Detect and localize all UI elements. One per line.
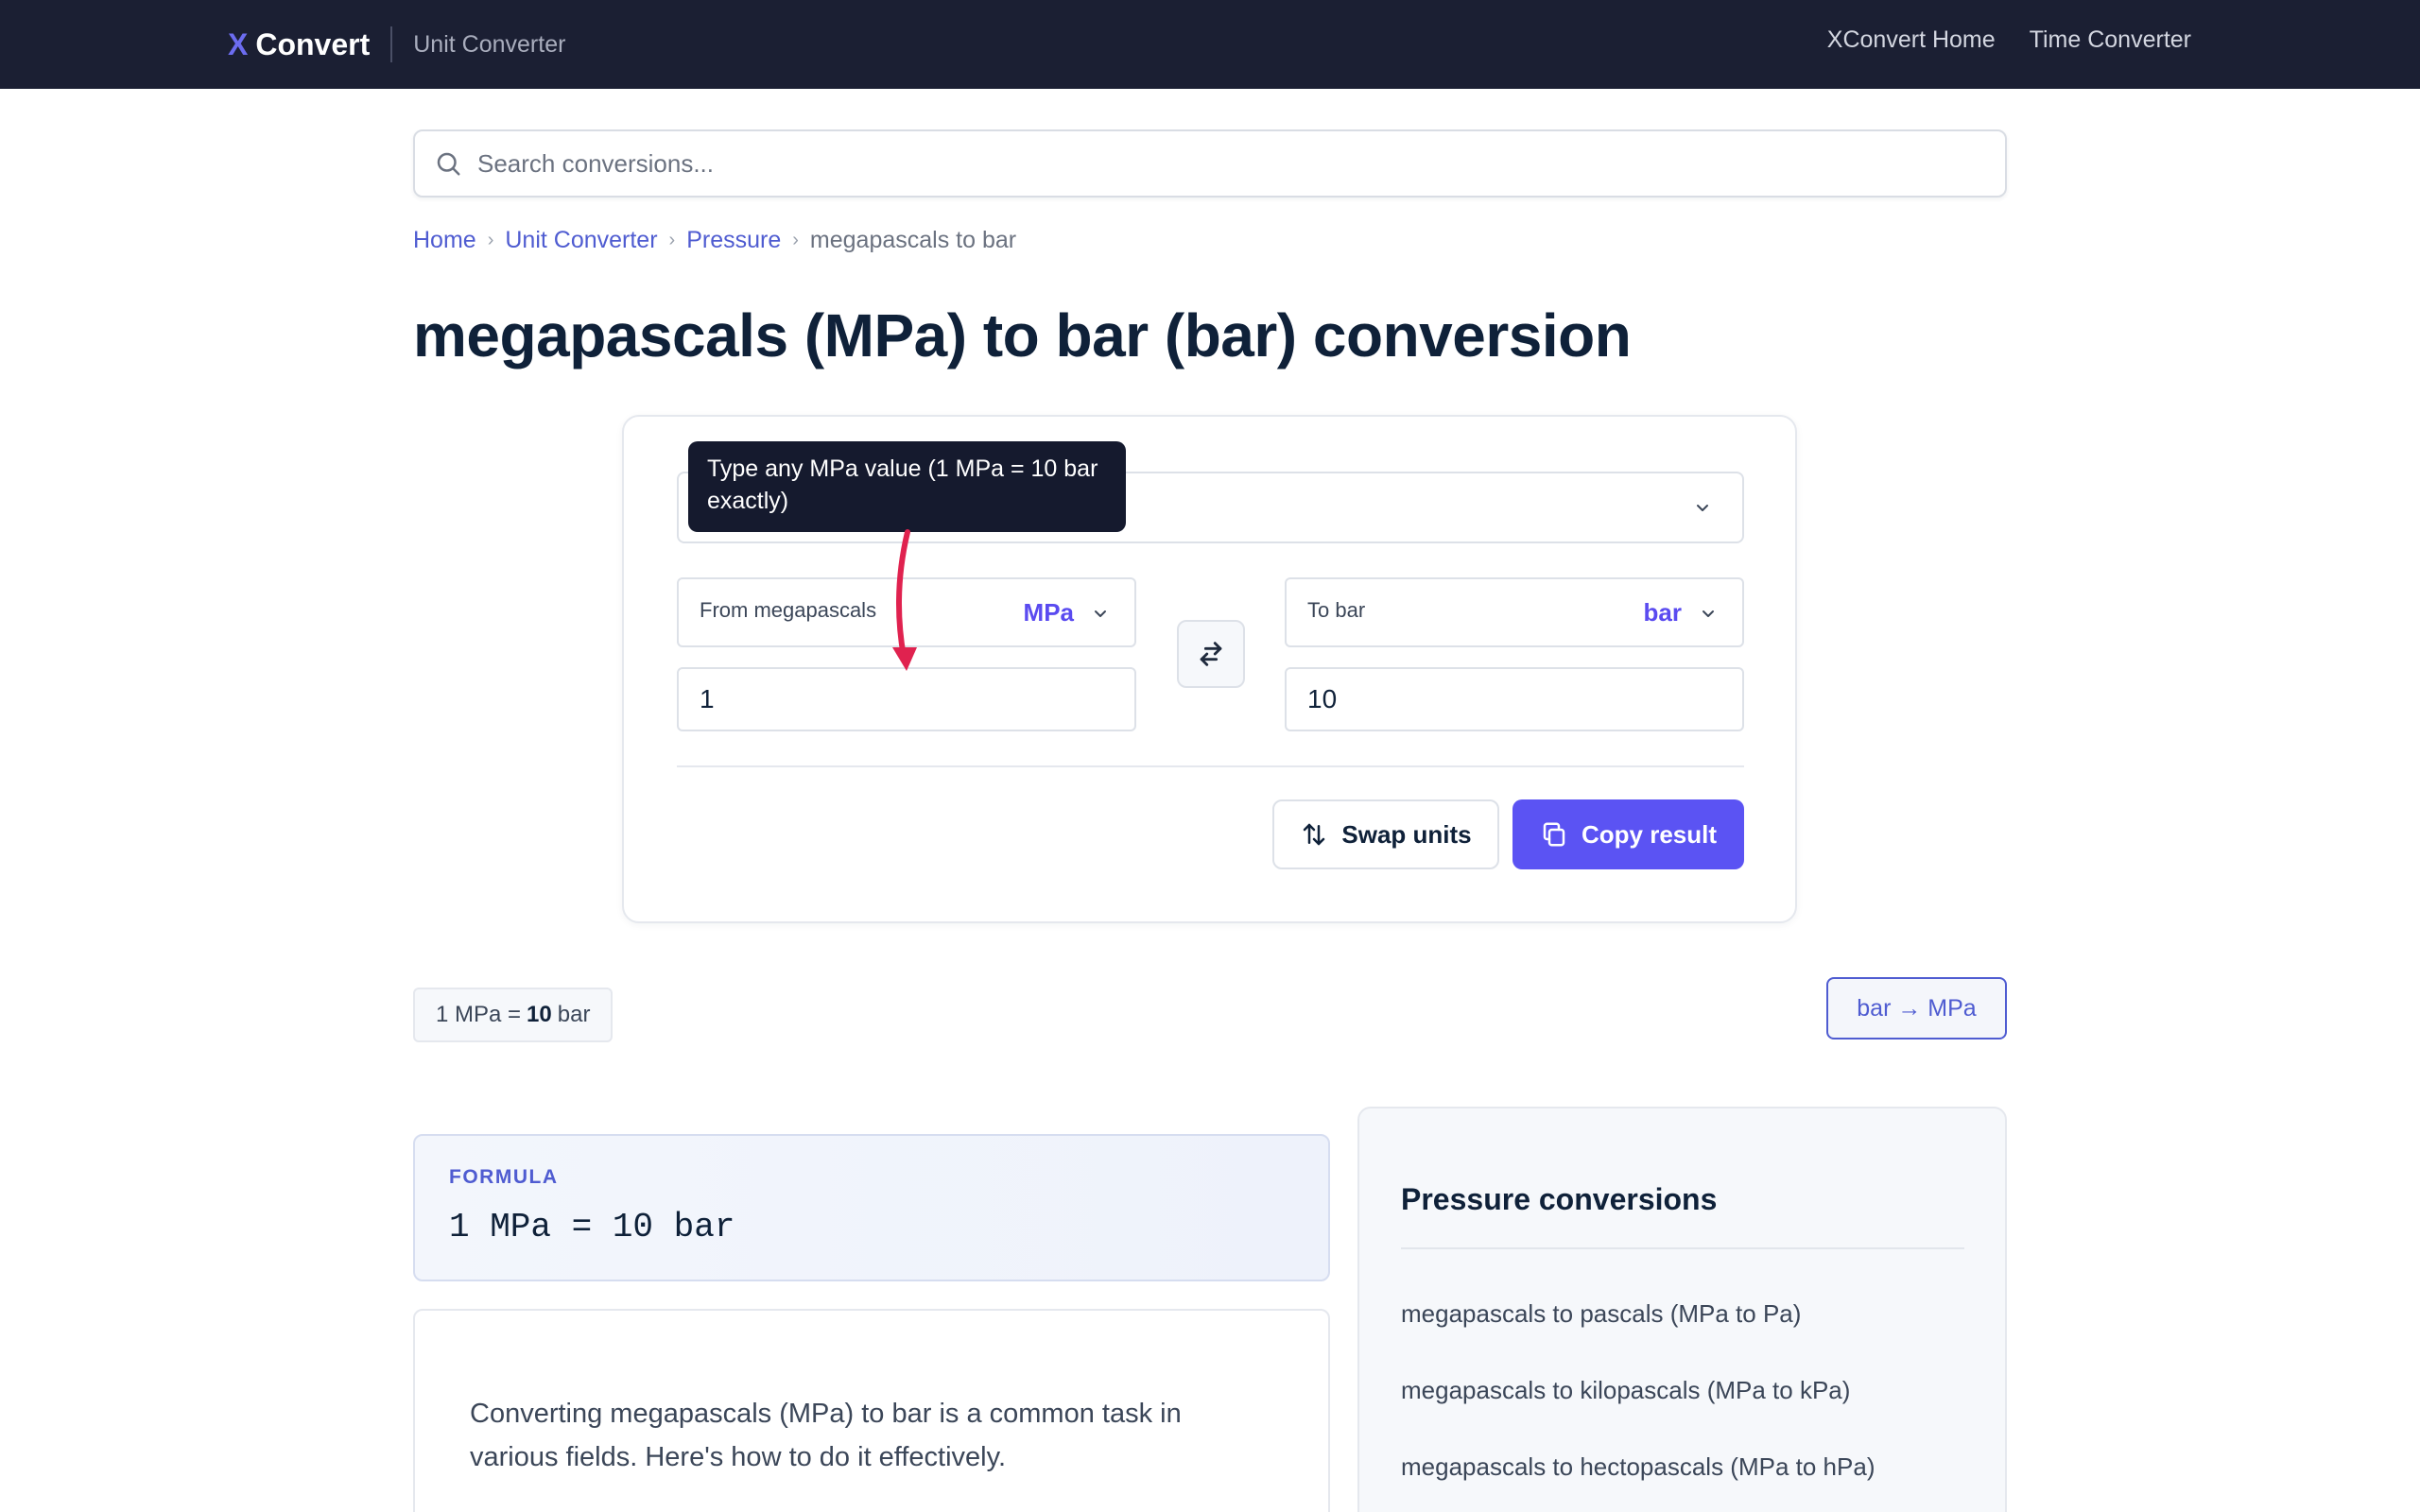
swap-vertical-icon bbox=[1304, 823, 1325, 846]
breadcrumb-chevron-icon: › bbox=[668, 230, 676, 250]
ratio-prefix: 1 MPa = bbox=[436, 1002, 522, 1027]
copy-icon bbox=[1543, 822, 1565, 847]
swap-arrows-icon bbox=[1200, 642, 1222, 666]
card-divider bbox=[677, 765, 1744, 767]
top-nav: X Convert Unit Converter XConvert Home T… bbox=[0, 0, 2420, 89]
nav-links: XConvert Home Time Converter bbox=[1827, 26, 2191, 54]
related-link-kilopascals[interactable]: megapascals to kilopascals (MPa to kPa) bbox=[1401, 1376, 1875, 1452]
ratio-suffix: bar bbox=[557, 1002, 591, 1027]
reverse-conversion-link[interactable]: bar → MPa bbox=[1826, 977, 2007, 1040]
breadcrumb-chevron-icon: › bbox=[487, 230, 494, 250]
chevron-down-icon bbox=[1095, 610, 1106, 617]
brand-name: Convert bbox=[255, 26, 371, 61]
related-conversions-list: megapascals to pascals (MPa to Pa) megap… bbox=[1401, 1299, 1875, 1512]
chevron-down-icon bbox=[1697, 505, 1708, 511]
search-input[interactable] bbox=[477, 148, 1895, 179]
swap-units-button[interactable]: Swap units bbox=[1272, 799, 1499, 869]
breadcrumb-chevron-icon: › bbox=[792, 230, 799, 250]
search-bar[interactable] bbox=[413, 129, 2007, 198]
related-conversions-panel: Pressure conversions megapascals to pasc… bbox=[1357, 1107, 2007, 1512]
brand-logo[interactable]: X Convert Unit Converter bbox=[228, 25, 565, 64]
brand-x-mark: X bbox=[228, 26, 249, 61]
copy-result-label: Copy result bbox=[1581, 819, 1718, 849]
swap-direction-button[interactable] bbox=[1177, 620, 1245, 688]
to-value-input[interactable] bbox=[1307, 684, 1723, 714]
breadcrumb-pressure[interactable]: Pressure bbox=[686, 227, 781, 254]
nav-link-home[interactable]: XConvert Home bbox=[1827, 26, 1996, 54]
breadcrumb: Home › Unit Converter › Pressure › megap… bbox=[413, 227, 1016, 254]
from-value-field[interactable] bbox=[677, 667, 1136, 731]
nav-link-time-converter[interactable]: Time Converter bbox=[2030, 26, 2191, 54]
from-unit-abbr: MPa bbox=[1023, 598, 1074, 627]
panel-divider bbox=[1401, 1247, 1964, 1249]
article-intro: Converting megapascals (MPa) to bar is a… bbox=[470, 1399, 1182, 1472]
swap-units-label: Swap units bbox=[1341, 819, 1472, 849]
related-conversions-title: Pressure conversions bbox=[1401, 1182, 1718, 1216]
search-icon bbox=[437, 152, 460, 176]
formula-expression: 1 MPa = 10 bar bbox=[449, 1208, 735, 1246]
related-link-pascals[interactable]: megapascals to pascals (MPa to Pa) bbox=[1401, 1299, 1875, 1376]
to-unit-label: To bar bbox=[1307, 598, 1366, 622]
input-hint-tooltip: Type any MPa value (1 MPa = 10 bar exact… bbox=[688, 441, 1126, 532]
page-title: megapascals (MPa) to bar (bar) conversio… bbox=[413, 301, 1632, 369]
breadcrumb-unit-converter[interactable]: Unit Converter bbox=[505, 227, 657, 254]
from-unit-label: From megapascals bbox=[700, 598, 877, 622]
brand-divider bbox=[390, 26, 393, 62]
to-value-field[interactable] bbox=[1285, 667, 1744, 731]
ratio-value: 10 bbox=[527, 1002, 552, 1027]
to-unit-abbr: bar bbox=[1643, 598, 1682, 627]
conversion-ratio-chip: 1 MPa = 10 bar bbox=[413, 988, 614, 1042]
formula-box: FORMULA 1 MPa = 10 bar bbox=[413, 1134, 1330, 1281]
breadcrumb-home[interactable]: Home bbox=[413, 227, 476, 254]
related-link-hectopascals[interactable]: megapascals to hectopascals (MPa to hPa) bbox=[1401, 1452, 1875, 1512]
copy-result-button[interactable]: Copy result bbox=[1512, 799, 1744, 869]
from-value-input[interactable] bbox=[700, 684, 1115, 714]
to-unit-select[interactable]: To bar bar bbox=[1285, 577, 1744, 647]
chevron-down-icon bbox=[1703, 610, 1714, 617]
formula-caption: FORMULA bbox=[449, 1166, 559, 1188]
brand-section: Unit Converter bbox=[413, 30, 566, 58]
annotation-arrow-icon bbox=[892, 529, 917, 671]
breadcrumb-current: megapascals to bar bbox=[809, 227, 1017, 253]
article-card: Converting megapascals (MPa) to bar is a… bbox=[413, 1309, 1330, 1512]
